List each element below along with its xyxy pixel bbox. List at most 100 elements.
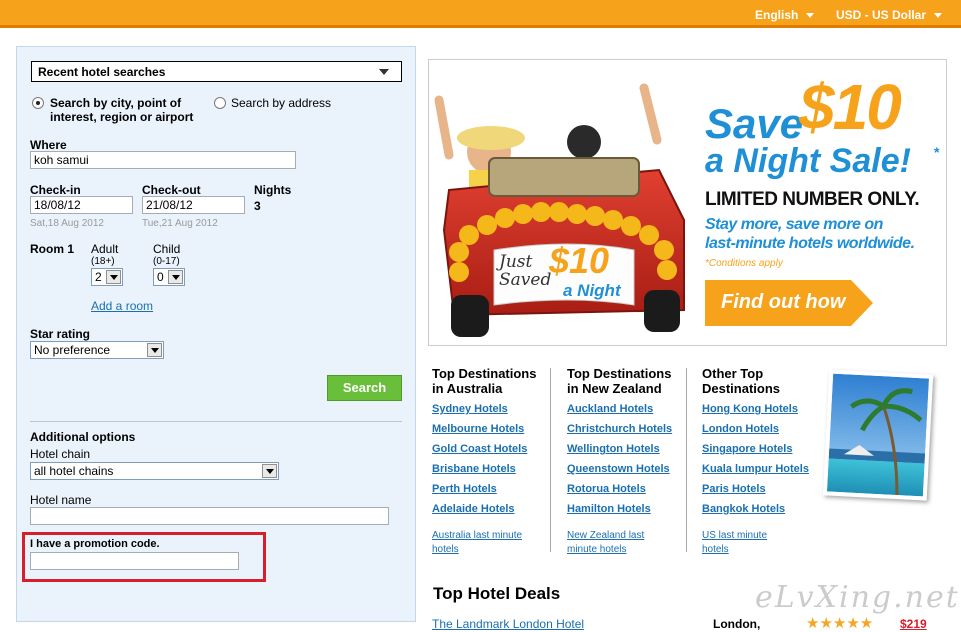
dest-link[interactable]: Rotorua Hotels bbox=[567, 483, 646, 495]
promo-highlight-box bbox=[22, 532, 266, 582]
hotel-name-input[interactable] bbox=[30, 507, 389, 525]
deal-price-link[interactable]: $219 bbox=[900, 617, 927, 631]
chevron-down-icon bbox=[262, 464, 277, 478]
child-select-value: 0 bbox=[157, 270, 164, 284]
dest-link[interactable]: Gold Coast Hotels bbox=[432, 443, 527, 455]
dest-link[interactable]: Kuala lumpur Hotels bbox=[702, 463, 809, 475]
dest-link[interactable]: Hong Kong Hotels bbox=[702, 403, 798, 415]
checkin-day: Sat,18 Aug 2012 bbox=[30, 218, 104, 229]
room-label: Room 1 bbox=[30, 242, 75, 256]
checkout-input[interactable]: 21/08/12 bbox=[142, 196, 245, 214]
chevron-down-icon bbox=[168, 270, 183, 284]
star-rating-value: No preference bbox=[34, 343, 111, 357]
hotel-chain-label: Hotel chain bbox=[30, 447, 91, 461]
sign-just-saved: Just Saved bbox=[499, 253, 551, 289]
chevron-down-icon bbox=[147, 343, 162, 357]
promo-banner[interactable]: Just Saved $10 a Night Save $10 a Night S… bbox=[428, 59, 947, 346]
dest-link[interactable]: Brisbane Hotels bbox=[432, 463, 516, 475]
search-by-city-radio[interactable] bbox=[32, 97, 44, 109]
last-minute-link[interactable]: Australia last minute hotels bbox=[432, 529, 522, 557]
dest-link[interactable]: Singapore Hotels bbox=[702, 443, 792, 455]
adult-select-value: 2 bbox=[95, 270, 102, 284]
dest-link[interactable]: Auckland Hotels bbox=[567, 403, 653, 415]
dest-title: Destinations bbox=[702, 381, 781, 396]
dest-link[interactable]: London Hotels bbox=[702, 423, 779, 435]
banner-subtitle: Stay more, save more on last-minute hotel… bbox=[705, 215, 915, 253]
dest-link[interactable]: Paris Hotels bbox=[702, 483, 766, 495]
last-minute-line: Australia last minute bbox=[432, 530, 523, 541]
recent-searches-label: Recent hotel searches bbox=[38, 65, 166, 79]
currency-label: USD - US Dollar bbox=[836, 8, 927, 22]
dest-title: Top Destinations bbox=[567, 366, 672, 381]
dest-title: in New Zealand bbox=[567, 381, 662, 396]
top-hotel-deals-title: Top Hotel Deals bbox=[433, 584, 561, 603]
dest-link[interactable]: Queenstown Hotels bbox=[567, 463, 670, 475]
destinations-other: Other Top Destinations Hong Kong Hotels … bbox=[702, 366, 809, 555]
sign-amount: $10 bbox=[549, 240, 610, 281]
adult-select[interactable]: 2 bbox=[91, 268, 123, 286]
find-out-how-label: Find out how bbox=[721, 291, 846, 313]
where-input[interactable]: koh samui bbox=[30, 151, 296, 169]
checkin-label: Check-in bbox=[30, 183, 81, 197]
dest-link[interactable]: Melbourne Hotels bbox=[432, 423, 524, 435]
add-room-link[interactable]: Add a room bbox=[91, 299, 153, 313]
hotel-chain-select[interactable]: all hotel chains bbox=[30, 462, 279, 480]
checkout-label: Check-out bbox=[142, 183, 201, 197]
beach-photo bbox=[822, 369, 934, 501]
adult-label: Adult bbox=[91, 242, 119, 256]
column-divider bbox=[686, 368, 687, 552]
sign-just: Just bbox=[499, 252, 533, 272]
banner-amount: $10 bbox=[799, 71, 902, 143]
star-rating-icon: ★★★★★ bbox=[806, 615, 874, 632]
child-select[interactable]: 0 bbox=[153, 268, 185, 286]
last-minute-link[interactable]: New Zealand last minute hotels bbox=[567, 529, 644, 557]
currency-selector[interactable]: USD - US Dollar bbox=[836, 8, 943, 22]
nights-label: Nights bbox=[254, 183, 292, 197]
last-minute-line: minute hotels bbox=[567, 544, 627, 555]
banner-limited: LIMITED NUMBER ONLY. bbox=[705, 189, 920, 210]
banner-conditions: *Conditions apply bbox=[705, 258, 783, 269]
where-label: Where bbox=[30, 138, 67, 152]
last-minute-link[interactable]: US last minute hotels bbox=[702, 529, 780, 557]
chevron-down-icon bbox=[934, 13, 943, 19]
banner-save: Save bbox=[705, 100, 804, 147]
checkin-input[interactable]: 18/08/12 bbox=[30, 196, 133, 214]
search-button[interactable]: Search bbox=[327, 375, 402, 401]
sign-saved: Saved bbox=[499, 270, 552, 290]
deal-hotel-link[interactable]: The Landmark London Hotel bbox=[432, 617, 584, 631]
star-rating-select[interactable]: No preference bbox=[30, 341, 164, 359]
checkout-day: Tue,21 Aug 2012 bbox=[142, 218, 218, 229]
dest-title: Other Top bbox=[702, 366, 764, 381]
language-label: English bbox=[755, 8, 799, 22]
banner-asterisk: * bbox=[934, 144, 940, 160]
dest-link[interactable]: Bangkok Hotels bbox=[702, 503, 785, 515]
dest-link[interactable]: Hamilton Hotels bbox=[567, 503, 651, 515]
last-minute-line: New Zealand last bbox=[567, 530, 645, 541]
column-divider bbox=[550, 368, 551, 552]
dest-link[interactable]: Sydney Hotels bbox=[432, 403, 508, 415]
destinations-australia: Top Destinations in Australia Sydney Hot… bbox=[432, 366, 536, 555]
top-bar: English USD - US Dollar bbox=[0, 0, 961, 28]
dest-link[interactable]: Christchurch Hotels bbox=[567, 423, 672, 435]
search-by-address-radio[interactable] bbox=[214, 97, 226, 109]
language-selector[interactable]: English bbox=[755, 8, 815, 22]
last-minute-line: hotels bbox=[432, 544, 459, 555]
star-rating-label: Star rating bbox=[30, 327, 91, 341]
deal-city: London, bbox=[713, 617, 761, 631]
divider bbox=[30, 421, 402, 422]
additional-options-label: Additional options bbox=[30, 430, 136, 444]
sign-night: a Night bbox=[563, 281, 621, 300]
search-by-address-label: Search by address bbox=[231, 96, 332, 110]
chevron-down-icon bbox=[106, 270, 121, 284]
dest-link[interactable]: Perth Hotels bbox=[432, 483, 497, 495]
adult-range: (18+) bbox=[91, 256, 115, 267]
child-range: (0-17) bbox=[153, 256, 180, 267]
recent-searches-dropdown[interactable]: Recent hotel searches bbox=[31, 61, 402, 82]
last-minute-line: US last minute hotels bbox=[702, 530, 768, 555]
dest-link[interactable]: Adelaide Hotels bbox=[432, 503, 515, 515]
chevron-down-icon bbox=[806, 13, 815, 19]
find-out-how-button[interactable]: Find out how bbox=[705, 280, 873, 326]
banner-sub1: Stay more, save more on bbox=[705, 216, 883, 233]
dest-link[interactable]: Wellington Hotels bbox=[567, 443, 660, 455]
dest-title: in Australia bbox=[432, 381, 503, 396]
